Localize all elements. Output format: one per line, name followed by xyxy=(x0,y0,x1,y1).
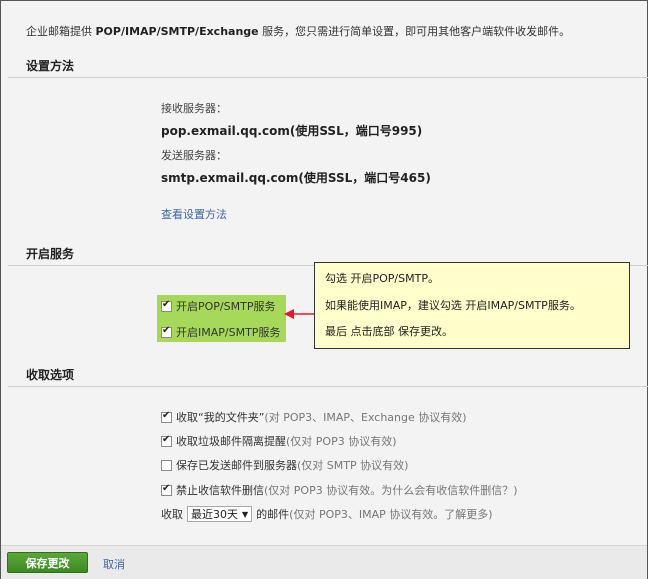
pop-smtp-label: 开启POP/SMTP服务 xyxy=(176,300,276,313)
pop-smtp-checkbox[interactable] xyxy=(161,299,172,312)
footer-bar: 保存更改 取消 xyxy=(1,545,647,579)
save-sent-checkbox[interactable] xyxy=(161,459,172,471)
divider xyxy=(8,386,648,387)
receive-option-prevent-delete[interactable]: 禁止收信软件删信 (仅对 POP3 协议有效。为什么会有收信软件删信？) xyxy=(161,482,518,498)
option-note: (仅对 POP3 协议有效。为什么会有收信软件删信？) xyxy=(264,484,518,497)
receive-option-my-folders[interactable]: 收取“我的文件夹” (对 POP3、IMAP、Exchange 协议有效) xyxy=(161,409,467,425)
receive-option-save-sent[interactable]: 保存已发送邮件到服务器 (仅对 SMTP 协议有效) xyxy=(161,457,408,473)
services-section-title: 开启服务 xyxy=(26,247,75,261)
instruction-callout: 勾选 开启POP/SMTP。 如果能使用IMAP，建议勾选 开启IMAP/SMT… xyxy=(314,262,630,349)
callout-line-2: 如果能使用IMAP，建议勾选 开启IMAP/SMTP服务。 xyxy=(325,299,581,312)
my-folders-checkbox[interactable] xyxy=(161,410,172,423)
intro-text: 企业邮箱提供 POP/IMAP/SMTP/Exchange 服务，您只需进行简单… xyxy=(26,25,571,38)
pop-smtp-toggle[interactable]: 开启POP/SMTP服务 xyxy=(161,298,275,314)
divider xyxy=(8,77,648,78)
option-label: 收取“我的文件夹” xyxy=(176,411,265,424)
imap-smtp-checkbox[interactable] xyxy=(161,325,172,338)
option-note: (对 POP3、IMAP、Exchange 协议有效) xyxy=(264,411,467,424)
imap-smtp-toggle[interactable]: 开启IMAP/SMTP服务 xyxy=(161,324,280,340)
view-setup-link[interactable]: 查看设置方法 xyxy=(161,206,227,222)
range-select[interactable]: 最近30天 ▼ xyxy=(187,506,253,522)
option-note: (仅对 POP3 协议有效) xyxy=(286,435,397,448)
save-button[interactable]: 保存更改 xyxy=(7,552,88,573)
option-label: 禁止收信软件删信 xyxy=(176,484,264,497)
spam-reminder-checkbox[interactable] xyxy=(161,434,172,447)
protocol-list: POP/IMAP/SMTP/Exchange xyxy=(95,25,259,38)
outgoing-server-label: 发送服务器： xyxy=(161,149,227,162)
incoming-server-value: pop.exmail.qq.com(使用SSL，端口号995) xyxy=(161,124,423,138)
callout-line-3: 最后 点击底部 保存更改。 xyxy=(325,325,453,338)
receive-section-title: 收取选项 xyxy=(26,368,75,382)
receive-range-row: 收取 最近30天 ▼ 的邮件 (仅对 POP3、IMAP 协议有效。了解更多) xyxy=(161,506,493,522)
range-suffix: 的邮件 xyxy=(256,508,290,521)
option-note: (仅对 SMTP 协议有效) xyxy=(297,459,409,472)
outgoing-server-value: smtp.exmail.qq.com(使用SSL，端口号465) xyxy=(161,171,431,185)
setup-section-title: 设置方法 xyxy=(26,59,75,73)
imap-smtp-label: 开启IMAP/SMTP服务 xyxy=(176,326,281,339)
chevron-down-icon: ▼ xyxy=(242,509,249,519)
range-select-value: 最近30天 xyxy=(191,508,238,521)
range-note: (仅对 POP3、IMAP 协议有效。了解更多) xyxy=(289,508,493,521)
cancel-link[interactable]: 取消 xyxy=(103,556,125,572)
option-label: 收取垃圾邮件隔离提醒 xyxy=(176,435,286,448)
callout-arrow-icon xyxy=(284,309,316,319)
callout-line-1: 勾选 开启POP/SMTP。 xyxy=(325,272,439,285)
range-prefix: 收取 xyxy=(161,508,183,521)
option-label: 保存已发送邮件到服务器 xyxy=(176,459,297,472)
prevent-delete-checkbox[interactable] xyxy=(161,483,172,496)
incoming-server-label: 接收服务器： xyxy=(161,102,227,115)
mail-client-settings-panel: 企业邮箱提供 POP/IMAP/SMTP/Exchange 服务，您只需进行简单… xyxy=(0,0,648,579)
receive-option-spam-reminder[interactable]: 收取垃圾邮件隔离提醒 (仅对 POP3 协议有效) xyxy=(161,433,397,449)
